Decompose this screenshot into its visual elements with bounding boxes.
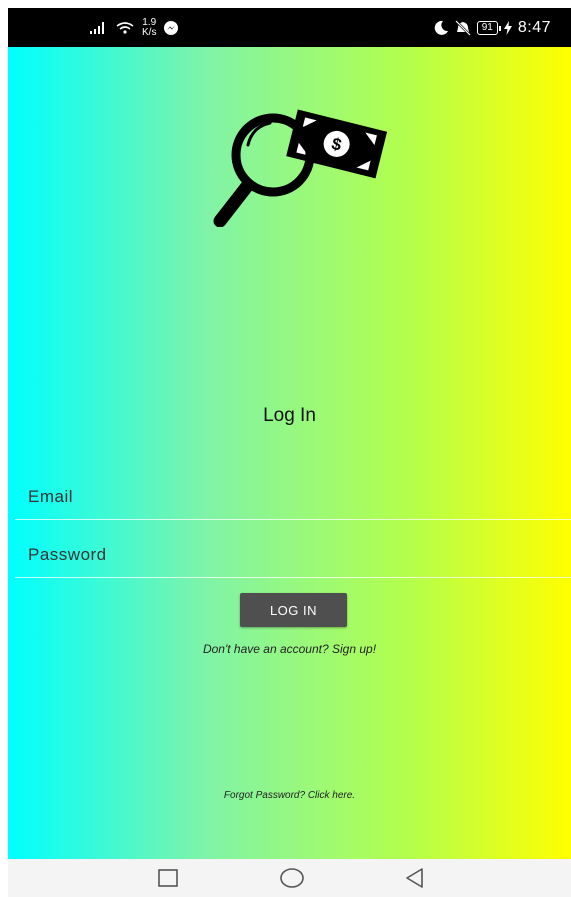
page-title: Log In <box>263 405 316 426</box>
messenger-icon <box>164 20 179 35</box>
network-speed: 1.9 K/s <box>142 16 157 38</box>
status-bar: 1.9 K/s 91 8:47 <box>8 8 571 47</box>
battery-level: 91 <box>481 21 493 33</box>
network-speed-unit: K/s <box>142 26 157 38</box>
password-field[interactable]: Password <box>15 537 571 578</box>
password-placeholder: Password <box>28 545 107 564</box>
moon-icon <box>434 20 448 35</box>
forgot-password-link[interactable]: Forgot Password? Click here. <box>8 790 571 801</box>
battery-indicator: 91 <box>476 20 502 35</box>
network-speed-value: 1.9 <box>142 16 157 28</box>
login-button[interactable]: LOG IN <box>240 593 347 627</box>
circle-icon[interactable] <box>279 867 305 889</box>
square-icon[interactable] <box>155 867 181 889</box>
bell-off-icon <box>454 19 471 36</box>
login-screen: $ Log In Email Password LOG IN Don't hav… <box>8 47 571 859</box>
clock: 8:47 <box>517 18 551 36</box>
email-placeholder: Email <box>28 487 74 506</box>
wifi-icon <box>116 21 134 34</box>
phone-screen: 1.9 K/s 91 8:47 $ Log In Email Password … <box>8 8 571 897</box>
navigation-bar <box>8 859 571 897</box>
magnifier-money-icon: $ <box>213 109 388 227</box>
bolt-icon <box>503 20 512 35</box>
triangle-back-icon[interactable] <box>402 867 428 889</box>
signal-bars-icon <box>90 21 104 34</box>
email-field[interactable]: Email <box>15 479 571 520</box>
signup-link[interactable]: Don't have an account? Sign up! <box>8 642 571 656</box>
